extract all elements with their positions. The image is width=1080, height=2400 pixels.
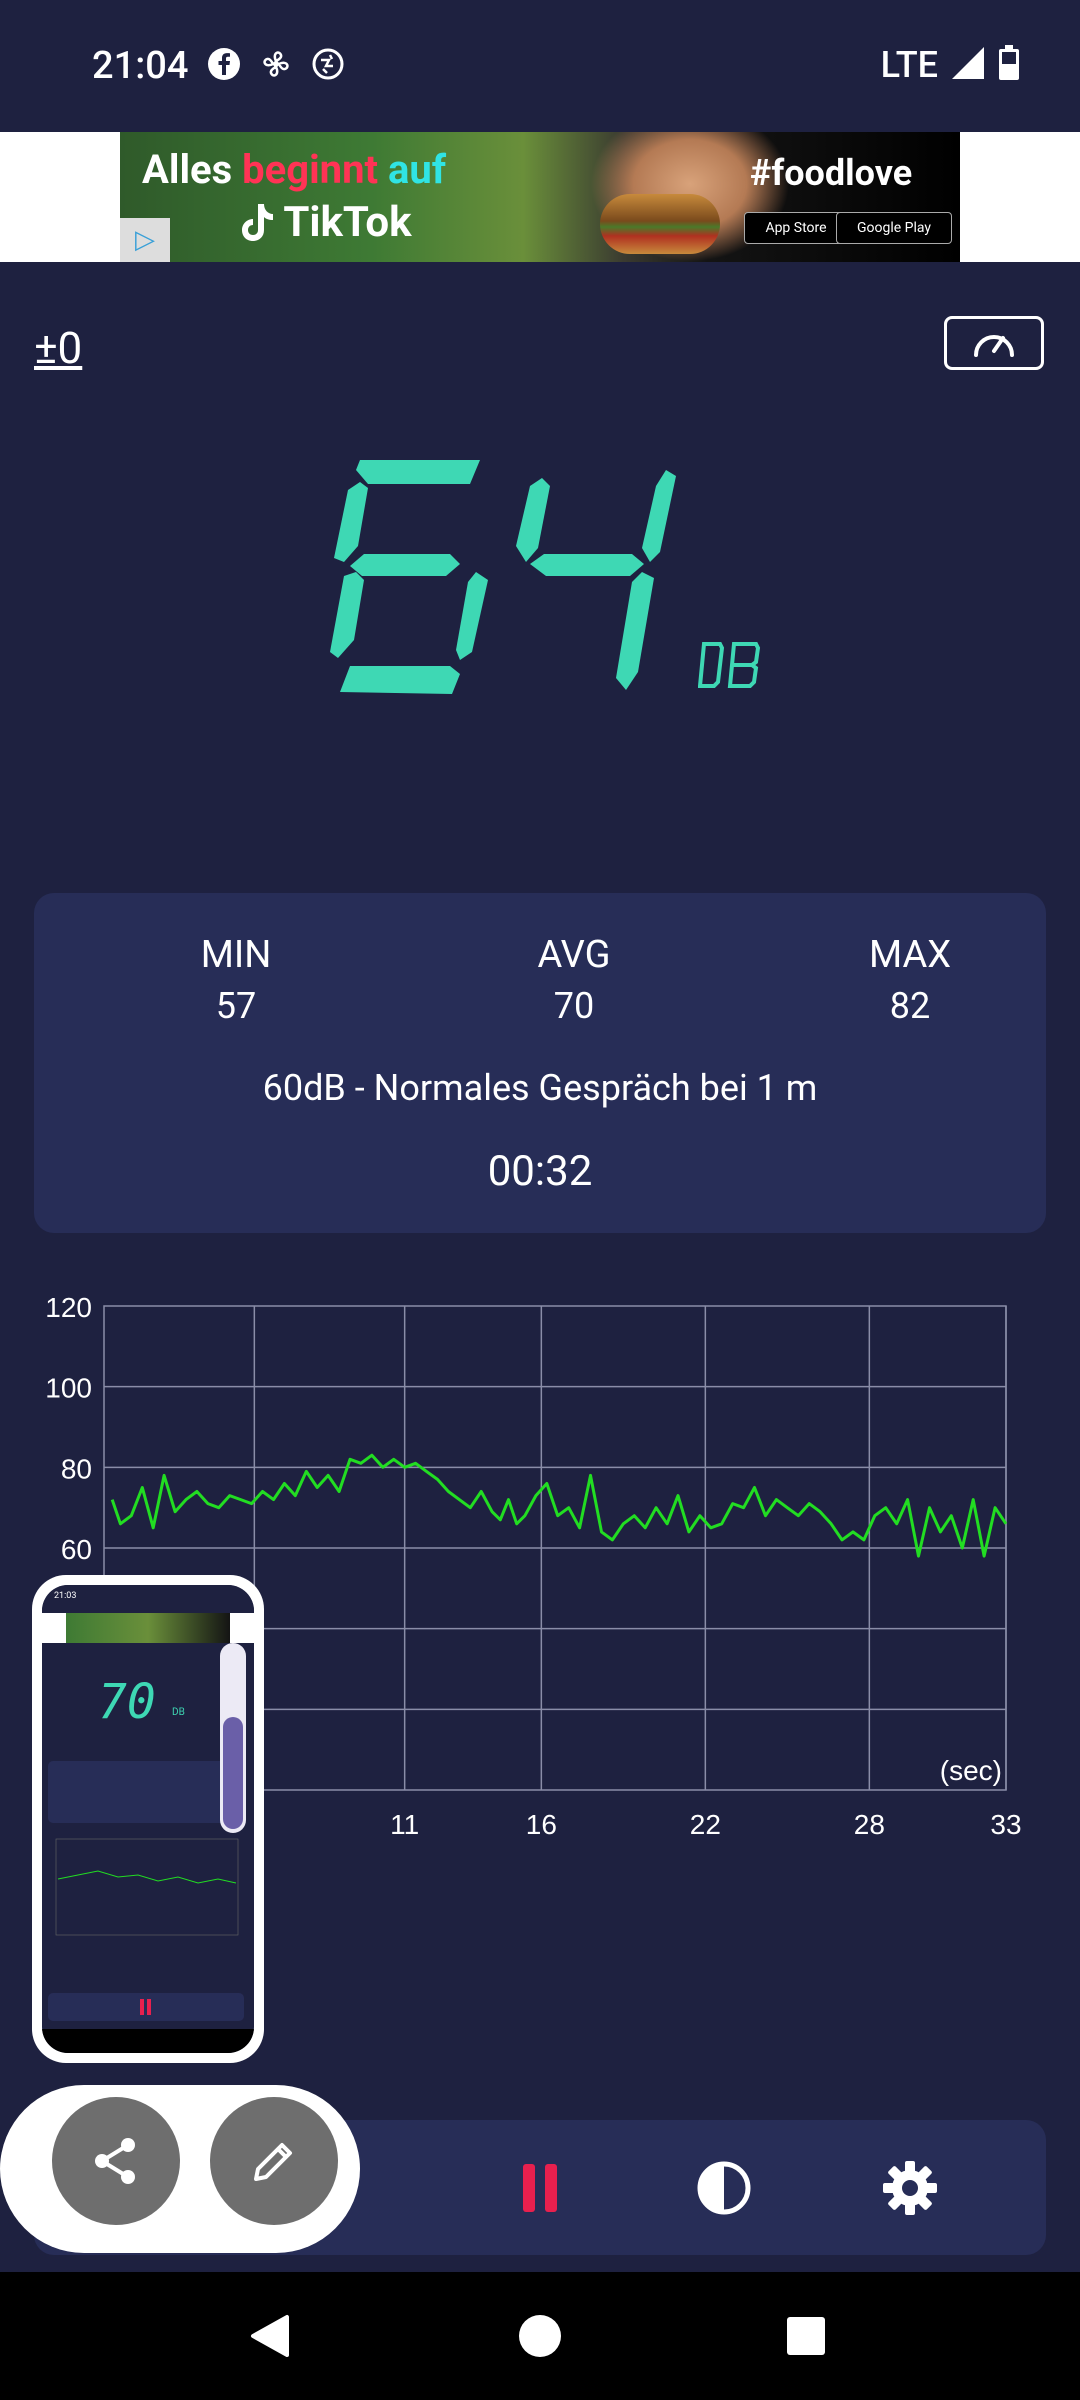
x-tick-label: 33 <box>990 1809 1021 1840</box>
stat-avg-label: AVG <box>537 933 611 977</box>
settings-button[interactable] <box>842 2120 977 2255</box>
ad-banner[interactable]: Alles beginnt auf TikTok #foodlove App S… <box>120 132 960 262</box>
theme-toggle-button[interactable] <box>656 2120 791 2255</box>
series-line <box>110 1453 1008 1558</box>
facebook-icon <box>206 46 242 82</box>
share-icon <box>95 2138 135 2184</box>
recents-button[interactable] <box>742 2272 870 2400</box>
stat-avg-value: 70 <box>553 985 595 1027</box>
status-time: 21:04 <box>92 44 189 88</box>
battery-icon <box>998 45 1020 85</box>
stat-max: MAX 82 <box>810 933 1010 1027</box>
preview-reading: 70 <box>98 1674 156 1730</box>
digit-4 <box>516 470 676 690</box>
ad-choices-icon[interactable]: ▷ <box>120 218 170 262</box>
google-play-badge[interactable]: Google Play <box>836 212 952 244</box>
ad-burger-image <box>600 194 720 254</box>
elapsed-time: 00:32 <box>487 1147 593 1196</box>
preview-unit: DB <box>172 1707 185 1718</box>
speedometer-icon <box>974 335 1014 357</box>
edit-button[interactable] <box>210 2097 338 2225</box>
system-nav-bar <box>0 2272 1080 2400</box>
app-store-badge[interactable]: App Store <box>744 212 848 244</box>
vpn-globe-icon <box>310 46 346 82</box>
x-tick-label: 11 <box>390 1809 419 1840</box>
y-tick-label: 60 <box>61 1534 92 1565</box>
decibel-unit <box>698 642 761 688</box>
stat-avg: AVG 70 <box>474 933 674 1027</box>
stat-min-value: 57 <box>215 985 257 1027</box>
decibel-reading <box>330 460 676 694</box>
tiktok-logo-icon <box>242 204 273 241</box>
home-circle-icon <box>519 2315 561 2357</box>
preview-nav-bar <box>42 2029 254 2053</box>
pencil-icon <box>254 2143 292 2181</box>
pause-button[interactable] <box>472 2120 607 2255</box>
digit-6 <box>330 460 488 694</box>
stat-max-label: MAX <box>868 933 952 977</box>
x-tick-label: 28 <box>854 1809 885 1840</box>
status-bar: 21:04 LTE <box>0 0 1080 132</box>
back-triangle-icon <box>251 2315 289 2357</box>
preview-toolbar <box>48 1993 244 2021</box>
x-tick-label: 22 <box>690 1809 721 1840</box>
ad-headline: Alles beginnt auf <box>142 146 447 193</box>
signal-icon <box>950 45 986 85</box>
preview-chart <box>55 1838 239 1936</box>
y-tick-label: 80 <box>61 1453 92 1484</box>
ad-hashtag: #foodlove <box>750 152 913 194</box>
stat-min-label: MIN <box>200 933 272 977</box>
x-axis-label: (sec) <box>940 1755 1002 1786</box>
preview-status-bar: 21:03 <box>42 1585 254 1615</box>
preview-stats <box>48 1761 244 1823</box>
screenshot-preview[interactable]: 21:03 70 DB <box>32 1575 264 2063</box>
home-button[interactable] <box>476 2272 604 2400</box>
pause-icon <box>522 2163 557 2212</box>
share-button[interactable] <box>52 2097 180 2225</box>
gauge-mode-button[interactable] <box>944 316 1044 370</box>
network-type: LTE <box>880 44 938 86</box>
stats-card: MIN 57 AVG 70 MAX 82 60dB - Normales Ges… <box>34 893 1046 1233</box>
ad-area: Alles beginnt auf TikTok #foodlove App S… <box>0 132 1080 262</box>
x-tick-label: 16 <box>526 1809 557 1840</box>
recents-square-icon <box>787 2317 825 2355</box>
settings-gear-icon <box>882 2160 937 2215</box>
back-button[interactable] <box>206 2272 334 2400</box>
noise-reference: 60dB - Normales Gespräch bei 1 m <box>262 1067 818 1109</box>
y-tick-label: 100 <box>45 1373 92 1404</box>
stat-min: MIN 57 <box>136 933 336 1027</box>
preview-volume-slider <box>220 1643 246 1833</box>
theme-contrast-icon <box>697 2161 750 2214</box>
stat-max-value: 82 <box>889 985 931 1027</box>
y-tick-label: 120 <box>45 1292 92 1323</box>
calibration-offset-button[interactable]: ±0 <box>34 322 82 374</box>
ad-brand: TikTok <box>240 198 412 247</box>
fan-icon <box>258 46 294 82</box>
